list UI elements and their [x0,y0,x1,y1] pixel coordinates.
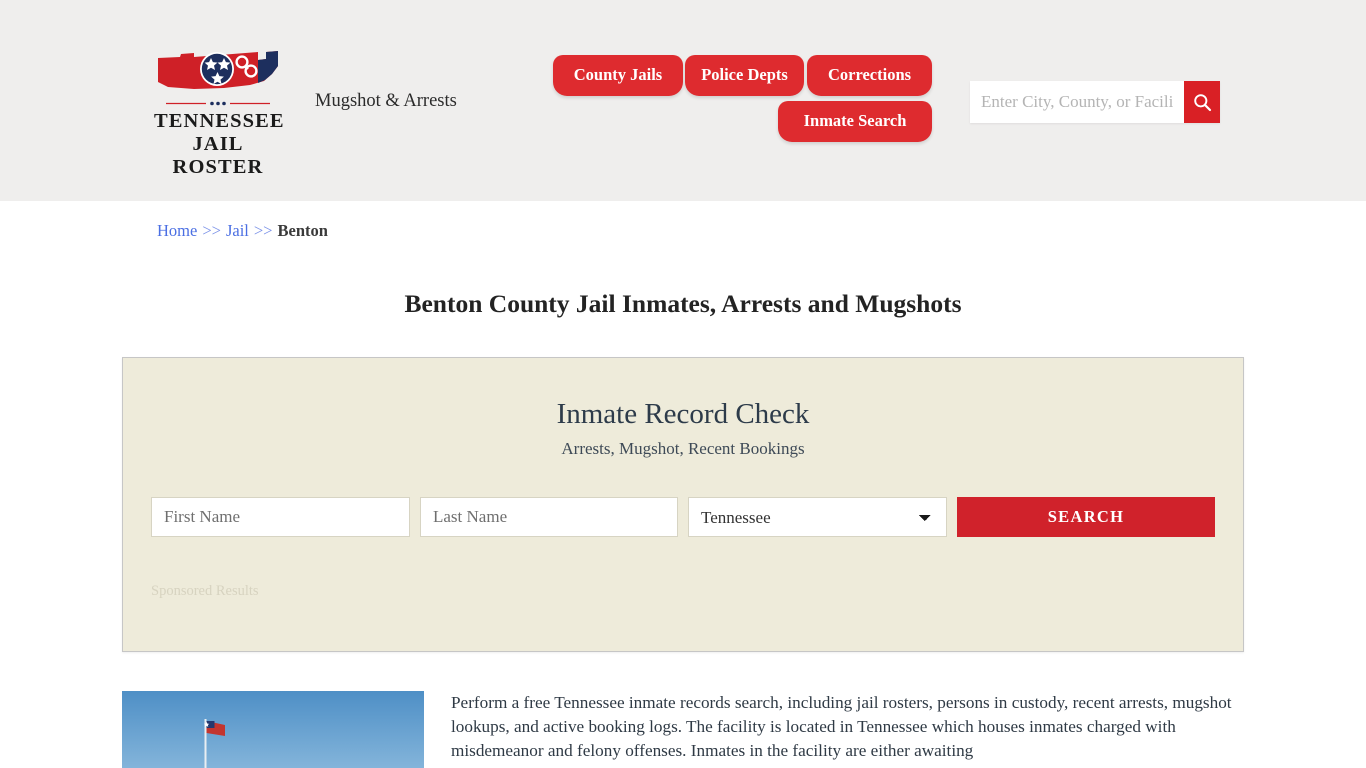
breadcrumb-jail[interactable]: Jail [226,221,249,240]
tennessee-state-handcuffs-logo-icon [158,51,278,89]
search-submit-button[interactable]: SEARCH [957,497,1215,537]
page-title: Benton County Jail Inmates, Arrests and … [404,289,962,319]
header-inner: TENNESSEE JAIL ROSTER Mugshot & Arrests … [0,0,1366,201]
breadcrumb-separator-2: >> [253,221,273,240]
nav-police-depts[interactable]: Police Depts [685,55,804,101]
sponsored-results-label: Sponsored Results [151,583,259,599]
header-search [970,81,1220,123]
search-icon [1193,93,1211,111]
inmate-search-form: Tennessee SEARCH [151,497,1215,537]
last-name-input[interactable] [420,497,678,537]
jail-photo [122,691,424,768]
logo-text-line1: TENNESSEE [154,110,285,132]
nav-county-jails[interactable]: County Jails [553,55,683,101]
logo-text-line2: JAIL ROSTER [172,133,264,178]
breadcrumb: Home >> Jail >> Benton [157,221,328,241]
content-section: Perform a free Tennessee inmate records … [122,691,1246,768]
header-search-button[interactable] [1184,81,1220,123]
first-name-input[interactable] [151,497,410,537]
main-navigation: County Jails Police Depts Corrections In… [549,55,939,147]
state-select[interactable]: Tennessee [688,497,947,537]
jail-building-image [122,691,424,768]
panel-title: Inmate Record Check [556,398,810,430]
nav-corrections[interactable]: Corrections [807,55,932,101]
site-tagline: Mugshot & Arrests [315,91,457,111]
nav-inmate-search[interactable]: Inmate Search [778,101,932,147]
logo-divider-icon [166,101,270,106]
breadcrumb-current: Benton [277,221,328,240]
panel-subtitle: Arrests, Mugshot, Recent Bookings [561,439,805,458]
site-logo[interactable]: TENNESSEE JAIL ROSTER [154,48,285,179]
breadcrumb-separator-1: >> [202,221,221,240]
inmate-record-check-panel: Inmate Record Check Arrests, Mugshot, Re… [122,357,1244,652]
header-search-input[interactable] [970,81,1184,123]
breadcrumb-home[interactable]: Home [157,221,197,240]
description-paragraph: Perform a free Tennessee inmate records … [451,693,1232,761]
site-header: TENNESSEE JAIL ROSTER Mugshot & Arrests … [0,0,1366,201]
